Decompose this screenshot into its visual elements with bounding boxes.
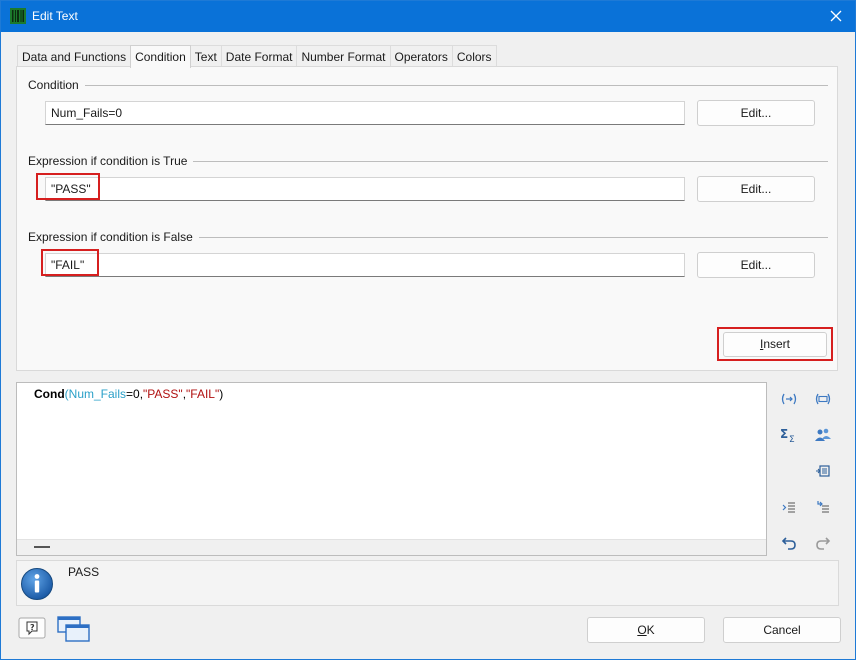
- formula-close-paren: ): [219, 387, 224, 401]
- svg-text:Σ: Σ: [789, 435, 795, 443]
- tab-colors[interactable]: Colors: [451, 45, 497, 67]
- users-icon[interactable]: [812, 424, 834, 446]
- true-expression-group-label: Expression if condition is True: [28, 154, 194, 168]
- cascade-windows-icon[interactable]: [57, 615, 91, 646]
- indent-icon[interactable]: [778, 496, 800, 518]
- condition-tab-panel: Condition Num_Fails=0 Edit... Expression…: [16, 66, 838, 371]
- tab-number-format[interactable]: Number Format: [296, 45, 391, 67]
- insert-text-block-icon[interactable]: [812, 388, 834, 410]
- insert-list-icon[interactable]: [812, 460, 834, 482]
- insert-field-icon[interactable]: [778, 388, 800, 410]
- collapse-handle[interactable]: [34, 546, 50, 548]
- tab-strip: Data and Functions Condition Text Date F…: [17, 45, 497, 68]
- true-expression-field[interactable]: "PASS": [45, 177, 685, 201]
- tab-operators[interactable]: Operators: [389, 45, 453, 67]
- formula-operator: =0,: [126, 387, 144, 401]
- info-panel: PASS: [16, 560, 839, 606]
- group-divider: [29, 85, 828, 86]
- tab-data-and-functions[interactable]: Data and Functions: [17, 45, 132, 67]
- formula-editor[interactable]: Cond(Num_Fails=0,"PASS","FAIL"): [16, 382, 767, 556]
- undo-icon[interactable]: [778, 532, 800, 554]
- ok-button[interactable]: OK: [587, 617, 705, 643]
- formula-string-pass: "PASS": [143, 387, 183, 401]
- svg-text:?: ?: [30, 623, 35, 632]
- tab-date-format[interactable]: Date Format: [220, 45, 298, 67]
- info-preview-text: PASS: [68, 565, 100, 579]
- redo-icon[interactable]: [812, 532, 834, 554]
- window-title: Edit Text: [32, 9, 78, 23]
- info-icon: [20, 567, 54, 601]
- insert-label: nsert: [763, 337, 791, 351]
- ok-accelerator: O: [637, 623, 647, 637]
- cancel-button[interactable]: Cancel: [723, 617, 841, 643]
- true-expression-edit-button[interactable]: Edit...: [697, 176, 815, 202]
- condition-edit-button[interactable]: Edit...: [697, 100, 815, 126]
- insert-button[interactable]: Insert: [723, 332, 827, 357]
- tab-condition[interactable]: Condition: [130, 45, 191, 68]
- outdent-icon[interactable]: [812, 496, 834, 518]
- edit-text-dialog: Edit Text Data and Functions Condition T…: [0, 0, 856, 660]
- false-expression-group-label: Expression if condition is False: [28, 230, 199, 244]
- condition-group-label: Condition: [28, 78, 85, 92]
- barcode-report-icon: [10, 8, 26, 24]
- false-expression-edit-button[interactable]: Edit...: [697, 252, 815, 278]
- tab-text[interactable]: Text: [189, 45, 222, 67]
- formula-function: Cond: [34, 387, 65, 401]
- title-bar: Edit Text: [1, 1, 855, 32]
- formula-string-fail: "FAIL": [186, 387, 220, 401]
- ok-label: K: [646, 623, 655, 637]
- formula-text: Cond(Num_Fails=0,"PASS","FAIL"): [34, 387, 223, 401]
- formula-variable: Num_Fails: [68, 387, 127, 401]
- false-expression-field[interactable]: "FAIL": [45, 253, 685, 277]
- editor-status-bar: [17, 539, 766, 555]
- help-icon[interactable]: ?: [18, 617, 46, 644]
- close-icon[interactable]: [823, 4, 849, 28]
- condition-field[interactable]: Num_Fails=0: [45, 101, 685, 125]
- svg-text:Σ: Σ: [780, 427, 788, 441]
- sum-icon[interactable]: ΣΣ: [778, 424, 800, 446]
